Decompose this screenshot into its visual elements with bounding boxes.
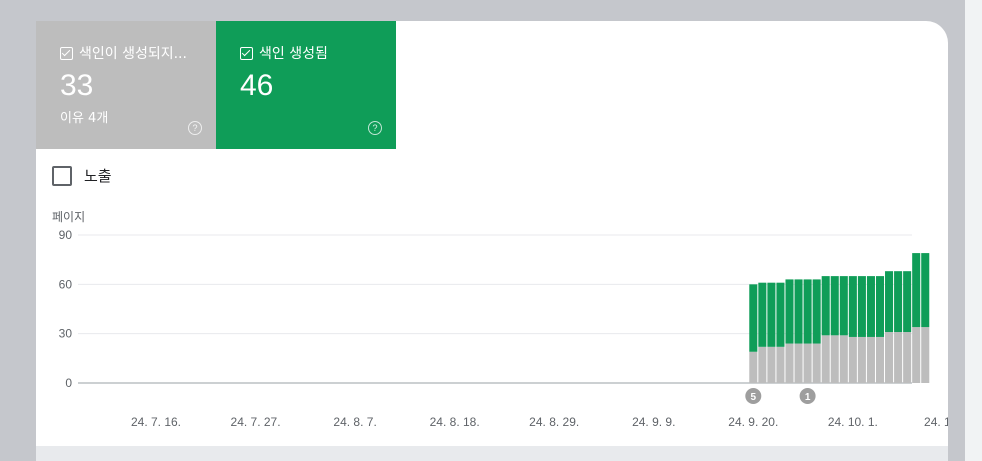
bar-indexed [749,284,758,352]
bar-not-indexed [821,335,830,383]
bar-not-indexed [903,332,912,383]
bar-not-indexed [794,343,803,383]
y-tick-label: 60 [59,277,73,291]
bar-not-indexed [912,327,921,383]
bar-not-indexed [749,351,758,383]
bar-indexed [830,276,839,336]
x-tick-label: 24. 8. 18. [430,415,480,429]
bar-not-indexed [885,332,894,383]
bar-indexed [803,279,812,344]
bar-not-indexed [857,336,866,383]
bar-indexed [857,276,866,337]
bar-indexed [894,271,903,333]
bar-indexed [848,276,857,337]
bar-not-indexed [866,336,875,383]
bar-not-indexed [894,332,903,383]
annotation-label: 5 [751,392,757,403]
bar-not-indexed [767,346,776,383]
bar-not-indexed [875,336,885,383]
bar-not-indexed [812,343,821,383]
bar-indexed [875,276,885,337]
bar-indexed [866,276,875,337]
bar-indexed [785,279,794,344]
card-footer [36,446,948,461]
x-tick-label: 24. 10. 12. [924,415,948,429]
bar-not-indexed [848,336,857,383]
y-tick-label: 30 [59,327,73,341]
bar-indexed [821,276,830,336]
index-coverage-card: 색인이 생성되지... 33 이유 4개 ? 색인 생성됨 46 ? 노출 페이… [36,21,948,461]
bar-indexed [839,276,848,336]
x-tick-label: 24. 7. 16. [131,415,181,429]
bar-not-indexed [785,343,794,383]
bar-indexed [912,253,921,328]
bar-indexed [885,271,894,333]
x-tick-label: 24. 7. 27. [231,415,281,429]
bar-not-indexed [830,335,839,383]
x-tick-label: 24. 8. 29. [529,415,579,429]
bar-not-indexed [776,346,785,383]
x-tick-label: 24. 8. 7. [333,415,376,429]
bar-not-indexed [758,346,767,383]
bar-indexed [812,279,821,344]
bar-not-indexed [803,343,812,383]
x-tick-label: 24. 9. 20. [728,415,778,429]
bar-indexed [794,279,803,344]
bar-indexed [921,253,930,328]
y-tick-label: 90 [59,228,73,242]
bar-not-indexed [839,335,848,383]
bar-indexed [776,282,785,347]
bar-not-indexed [921,327,930,383]
y-tick-label: 0 [65,376,72,390]
bar-indexed [903,271,912,333]
annotation-label: 1 [805,392,811,403]
pages-chart: 0 30 60 90 5 1 24. 7. 16. 24. 7. 27. 24. 8. 7. 24… [59,228,948,429]
x-tick-label: 24. 9. 9. [632,415,675,429]
scrollbar-track[interactable] [965,0,982,461]
bar-indexed [767,282,776,347]
bar-indexed [758,282,767,347]
x-tick-label: 24. 10. 1. [828,415,878,429]
